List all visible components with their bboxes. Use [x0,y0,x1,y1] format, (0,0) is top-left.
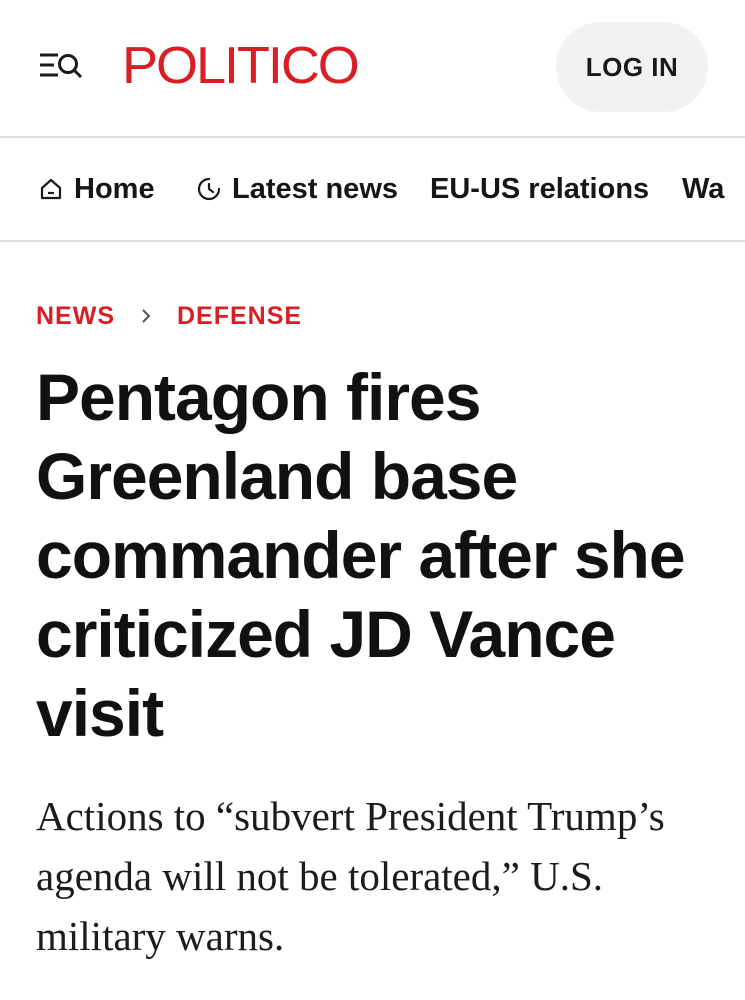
article-dek: Actions to “subvert President Trump’s ag… [36,793,665,959]
section-nav: Home Latest news EU-US relations Wa [0,138,745,242]
home-icon [38,176,64,202]
menu-search-icon [40,53,83,79]
nav-item-home[interactable]: Home [38,138,155,240]
politico-logo[interactable]: POLITICO [122,36,360,96]
nav-item-label: Wa [682,172,725,205]
site-header: POLITICO LOG IN [0,0,745,138]
nav-item-label: Home [74,172,155,205]
chevron-right-icon [137,307,155,325]
nav-item-truncated[interactable]: Wa [682,138,724,240]
nav-item-eu-us-relations[interactable]: EU-US relations [430,138,649,240]
breadcrumb: NEWS DEFENSE [36,296,302,336]
login-button[interactable]: LOG IN [556,22,708,112]
menu-search-button[interactable] [36,46,88,86]
nav-item-label: EU-US relations [430,172,650,205]
breadcrumb-news[interactable]: NEWS [36,302,115,331]
breadcrumb-defense[interactable]: DEFENSE [177,302,302,331]
nav-item-label: Latest news [232,172,398,205]
nav-item-latest-news[interactable]: Latest news [196,138,398,240]
clock-icon [196,176,222,202]
article-headline: Pentagon fires Greenland base commander … [36,360,686,750]
